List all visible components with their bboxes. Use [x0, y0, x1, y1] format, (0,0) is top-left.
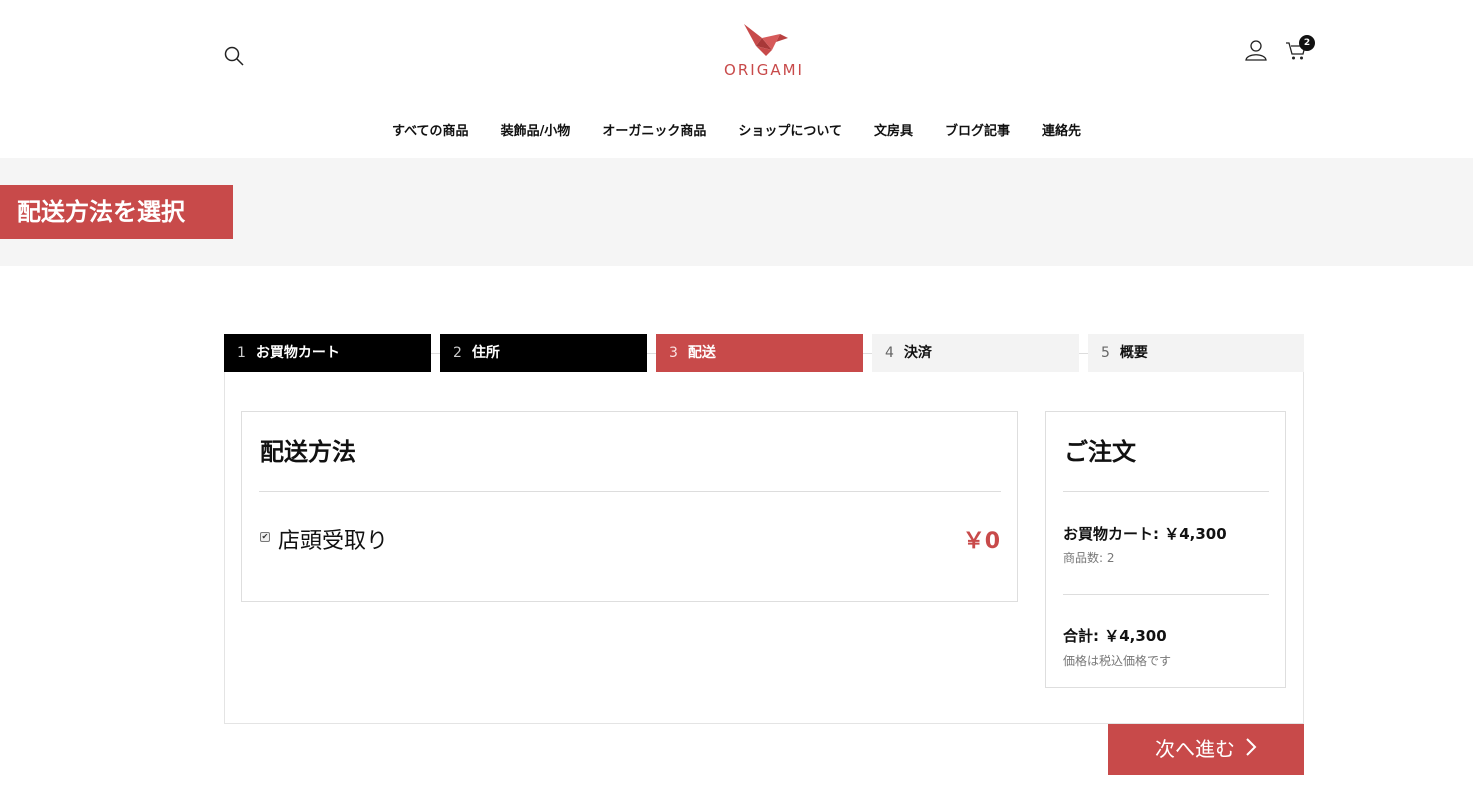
next-button-label: 次へ進む [1155, 737, 1235, 761]
step-connector [1079, 353, 1088, 354]
order-summary-panel: ご注文 お買物カート: ￥4,300 商品数: 2 合計: ￥4,300 価格は… [1045, 411, 1286, 688]
shipping-method-label[interactable]: 店頭受取り [278, 523, 388, 555]
next-button[interactable]: 次へ進む [1108, 724, 1304, 775]
step-shipping[interactable]: 3 配送 [656, 334, 863, 372]
nav-item-accessories[interactable]: 装飾品/小物 [501, 120, 571, 139]
step-number: 4 [885, 345, 894, 361]
origami-bird-icon [744, 24, 788, 56]
order-title: ご注文 [1064, 438, 1136, 466]
step-label: 配送 [687, 345, 716, 361]
logo-text: ORIGAMI [724, 61, 804, 79]
cart-count-badge: 2 [1299, 35, 1315, 51]
step-number: 5 [1101, 345, 1110, 361]
step-connector [431, 353, 440, 354]
step-number: 3 [669, 345, 678, 361]
nav-item-stationery[interactable]: 文房具 [874, 120, 913, 139]
divider [1063, 491, 1269, 492]
site-header: ORIGAMI 2 すべての商品 装飾品/小物 オーガニック商品 ショップについ… [0, 0, 1473, 158]
main-nav: すべての商品 装飾品/小物 オーガニック商品 ショップについて 文房具 ブログ記… [0, 120, 1473, 139]
checkout-steps: 1 お買物カート 2 住所 3 配送 4 決済 5 概要 [224, 334, 1304, 372]
order-item-count: 商品数: 2 [1063, 551, 1115, 565]
order-cart-subtotal: お買物カート: ￥4,300 [1063, 525, 1227, 543]
user-icon[interactable] [1244, 38, 1268, 62]
step-label: お買物カート [255, 345, 340, 361]
step-summary: 5 概要 [1088, 334, 1304, 372]
step-connector [863, 353, 872, 354]
cart-button[interactable]: 2 [1285, 35, 1315, 64]
step-cart[interactable]: 1 お買物カート [224, 334, 431, 372]
shipping-method-checkbox[interactable]: ✔ [260, 532, 270, 542]
step-label: 概要 [1119, 345, 1148, 361]
shipping-price: ￥0 [962, 529, 1000, 554]
nav-item-contact[interactable]: 連絡先 [1042, 120, 1081, 139]
page-title-band: 配送方法を選択 [0, 158, 1473, 266]
shipping-title: 配送方法 [260, 438, 356, 466]
step-label: 住所 [471, 345, 500, 361]
divider [259, 491, 1001, 492]
shipping-method-panel: 配送方法 ✔ 店頭受取り ￥0 [241, 411, 1018, 602]
divider [1063, 594, 1269, 595]
step-label: 決済 [903, 345, 932, 361]
page-title: 配送方法を選択 [0, 185, 233, 239]
tax-note: 価格は税込価格です [1063, 654, 1172, 668]
nav-item-about-shop[interactable]: ショップについて [738, 120, 842, 139]
search-icon[interactable] [222, 44, 246, 68]
nav-item-organic[interactable]: オーガニック商品 [602, 120, 706, 139]
step-payment: 4 決済 [872, 334, 1079, 372]
order-total: 合計: ￥4,300 [1063, 627, 1167, 645]
step-address[interactable]: 2 住所 [440, 334, 647, 372]
site-logo[interactable]: ORIGAMI [716, 20, 812, 82]
nav-item-all-products[interactable]: すべての商品 [392, 120, 469, 139]
step-connector [647, 353, 656, 354]
nav-item-blog[interactable]: ブログ記事 [945, 120, 1010, 139]
step-number: 2 [453, 345, 462, 361]
chevron-right-icon [1245, 725, 1257, 776]
step-number: 1 [237, 345, 246, 361]
